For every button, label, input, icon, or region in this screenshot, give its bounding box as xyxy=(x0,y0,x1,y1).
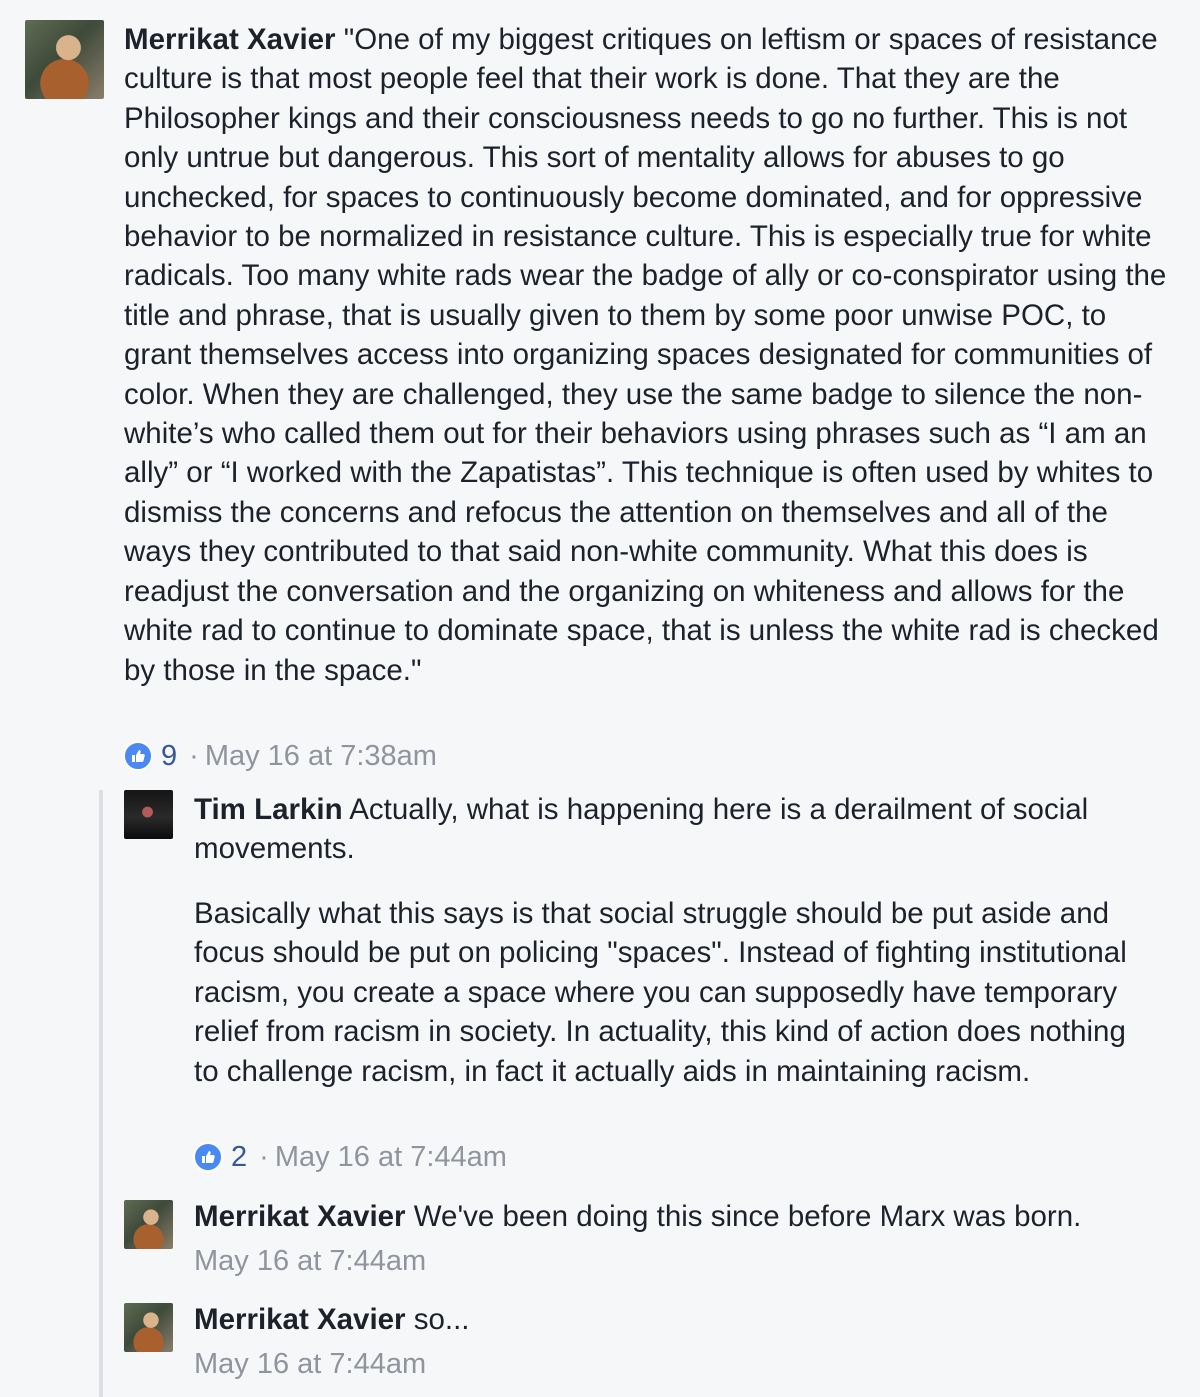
like-count[interactable]: 2 xyxy=(231,1139,247,1175)
reply-thread-line xyxy=(99,790,103,1397)
timestamp[interactable]: May 16 at 7:38am xyxy=(205,738,437,774)
timestamp[interactable]: May 16 at 7:44am xyxy=(194,1346,426,1382)
like-icon[interactable] xyxy=(193,1142,223,1172)
reply-meta: May 16 at 7:44am xyxy=(194,1346,426,1382)
reply-author[interactable]: Merrikat Xavier xyxy=(194,1200,406,1233)
avatar[interactable] xyxy=(124,1303,173,1352)
reply-text: We've been doing this since before Marx … xyxy=(413,1200,1082,1233)
comment-author[interactable]: Merrikat Xavier xyxy=(124,23,336,56)
reply-author[interactable]: Tim Larkin xyxy=(194,793,343,826)
avatar[interactable] xyxy=(25,20,104,99)
avatar[interactable] xyxy=(124,1200,173,1249)
comment-meta: 9 · May 16 at 7:38am xyxy=(123,738,437,774)
timestamp[interactable]: May 16 at 7:44am xyxy=(275,1139,507,1175)
avatar[interactable] xyxy=(124,790,173,839)
reply-body: Tim Larkin Actually, what is happening h… xyxy=(194,790,1154,869)
like-icon[interactable] xyxy=(123,741,153,771)
reply-paragraph: Basically what this says is that social … xyxy=(194,897,1127,1088)
reply-body: Merrikat Xavier We've been doing this si… xyxy=(194,1197,1174,1236)
comment-text: "One of my biggest critiques on leftism … xyxy=(124,23,1167,687)
like-count[interactable]: 9 xyxy=(161,738,177,774)
reply-meta: May 16 at 7:44am xyxy=(194,1243,426,1279)
timestamp[interactable]: May 16 at 7:44am xyxy=(194,1243,426,1279)
reply-author[interactable]: Merrikat Xavier xyxy=(194,1303,406,1336)
reply-text: so... xyxy=(413,1303,470,1336)
separator-dot: · xyxy=(259,1141,269,1173)
reply-meta: 2 · May 16 at 7:44am xyxy=(193,1139,507,1175)
separator-dot: · xyxy=(189,740,199,772)
reply-body: Merrikat Xavier so... xyxy=(194,1300,1174,1339)
comment-body: Merrikat Xavier "One of my biggest criti… xyxy=(124,20,1174,690)
